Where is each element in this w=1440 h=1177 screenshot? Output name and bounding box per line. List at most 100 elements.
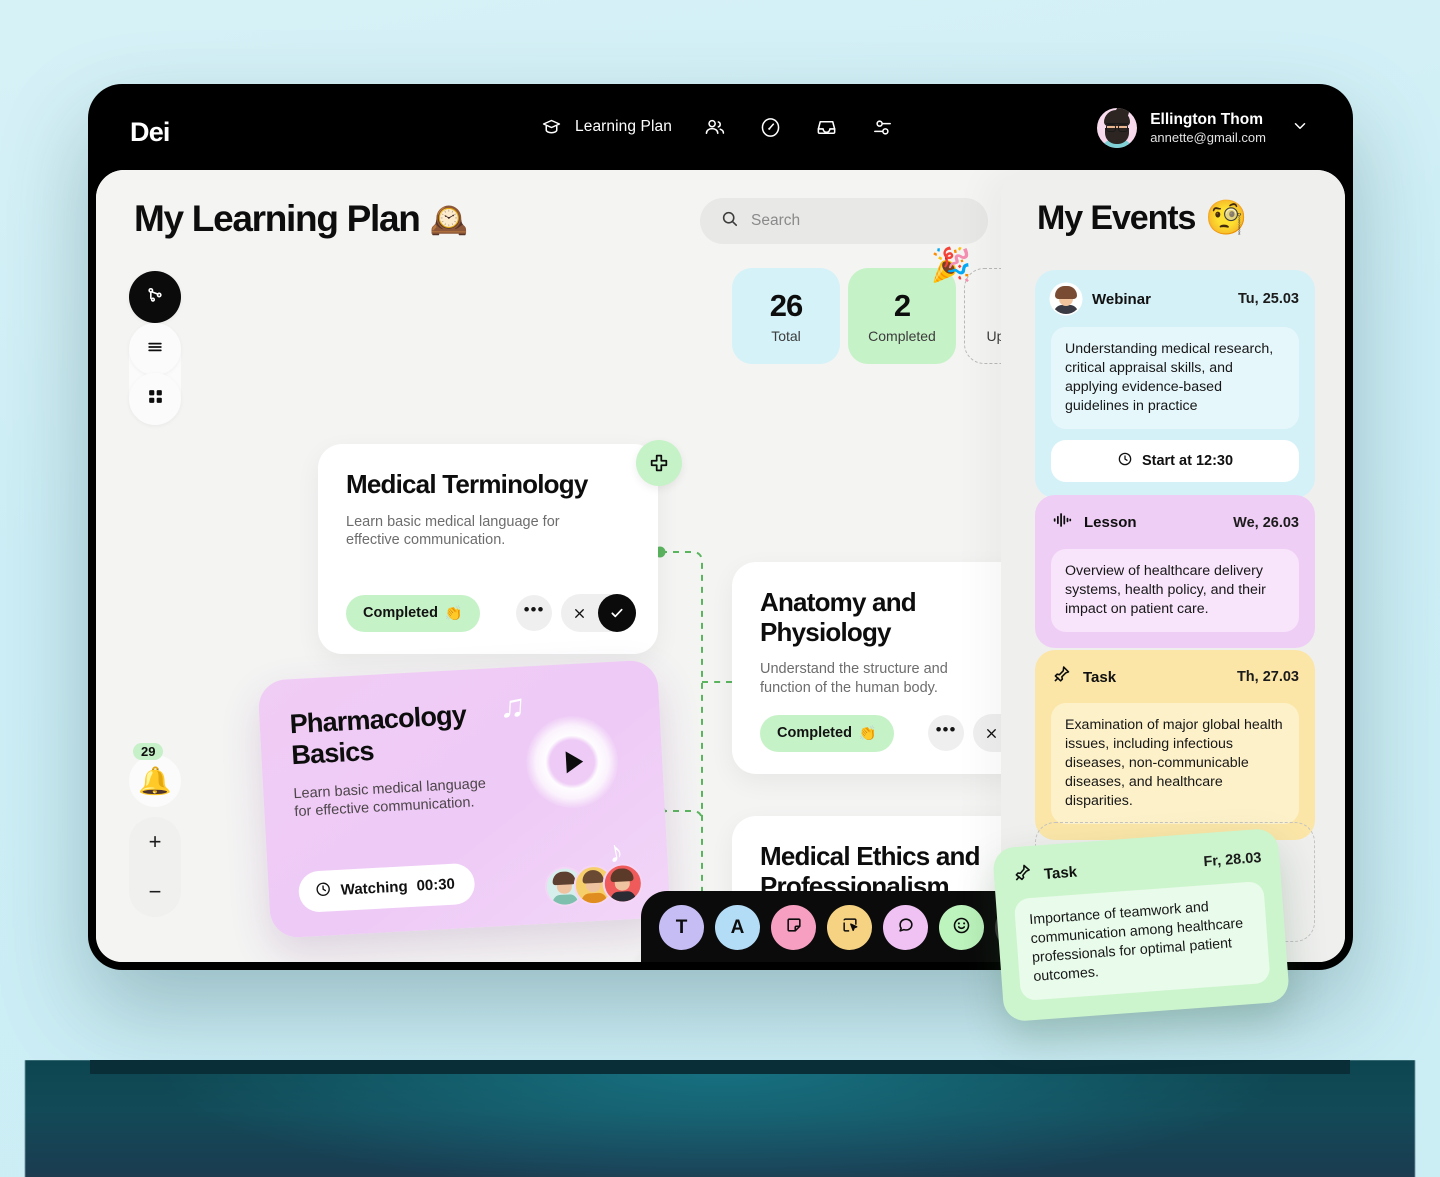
event-card-task[interactable]: Task Th, 27.03 Examination of major glob… — [1035, 650, 1315, 841]
smiley-icon — [951, 915, 972, 941]
card-description: Learn basic medical language for effecti… — [346, 513, 560, 549]
nav-item-inbox[interactable] — [814, 114, 840, 140]
monocle-emoji-icon: 🧐 — [1205, 199, 1247, 237]
avatar — [1097, 108, 1138, 148]
view-mode-rail — [129, 271, 181, 425]
font-icon: A — [730, 916, 745, 938]
laptop-base — [0, 1060, 1440, 1177]
grid-icon — [146, 387, 165, 411]
waveform-icon — [1051, 509, 1073, 536]
clock-icon — [1117, 451, 1133, 471]
watching-status: Watching 00:30 — [297, 862, 476, 914]
more-icon[interactable]: ••• — [928, 715, 964, 751]
chevron-down-icon[interactable] — [1291, 117, 1309, 140]
participant-avatars[interactable] — [543, 862, 644, 908]
card-title: Medical Terminology — [346, 469, 588, 499]
card-description: Learn basic medical language for effecti… — [293, 775, 487, 821]
check-icon[interactable] — [598, 594, 636, 632]
clap-emoji-icon: 👏 — [858, 725, 877, 742]
avatar-icon — [1051, 284, 1081, 314]
status-badge: Completed 👏 — [760, 714, 894, 752]
zoom-in-button[interactable]: + — [129, 817, 181, 867]
stat-completed[interactable]: 🎉 2 Completed — [848, 246, 972, 364]
profile-email: annette@gmail.com — [1150, 129, 1266, 145]
course-card-medical-terminology[interactable]: Medical Terminology Learn basic medical … — [318, 440, 682, 654]
nav-item-people[interactable] — [702, 114, 728, 140]
nav-item-settings[interactable] — [870, 114, 896, 140]
course-card-pharmacology-basics[interactable]: Pharmacology Basics Learn basic medical … — [257, 659, 671, 939]
event-date: We, 26.03 — [1233, 514, 1299, 531]
watching-time: 00:30 — [416, 875, 456, 895]
more-icon[interactable]: ••• — [516, 595, 552, 631]
event-description: Importance of teamwork and communication… — [1013, 880, 1271, 1002]
play-button[interactable] — [523, 713, 621, 811]
stat-total-value: 26 — [769, 288, 803, 323]
stat-total-label: Total — [771, 328, 801, 344]
music-note-icon: ♫ — [498, 686, 526, 726]
nav-item-learning-plan[interactable]: Learning Plan — [538, 114, 672, 140]
search-bar[interactable] — [700, 198, 988, 244]
profile-menu[interactable]: Ellington Thom annette@gmail.com — [1097, 108, 1309, 148]
comment-tool-button[interactable] — [883, 905, 928, 950]
event-date: Th, 27.03 — [1236, 669, 1299, 685]
event-type: Webinar — [1092, 290, 1151, 308]
nav-item-dashboard[interactable] — [758, 114, 784, 140]
event-type: Lesson — [1084, 514, 1137, 531]
party-popper-icon: 🎉 — [930, 246, 972, 283]
event-start-label: Start at 12:30 — [1141, 453, 1234, 470]
rail-btn-grid[interactable] — [129, 373, 181, 425]
rail-btn-flow[interactable] — [129, 271, 181, 323]
pin-icon — [1051, 664, 1072, 690]
notification-count: 29 — [133, 743, 164, 760]
events-title: My Events 🧐 — [1037, 198, 1248, 238]
sliders-icon — [870, 114, 896, 140]
event-start-button[interactable]: Start at 12:30 — [1051, 440, 1299, 483]
event-date: Tu, 25.03 — [1238, 291, 1299, 307]
event-description: Examination of major global health issue… — [1051, 703, 1299, 825]
people-icon — [702, 114, 728, 140]
play-icon — [565, 750, 584, 774]
text-tool-button[interactable]: T — [659, 905, 704, 950]
top-navigation-bar: Dei Learning Plan Ellington Thom annette… — [88, 84, 1353, 180]
brand-logo[interactable]: Dei — [130, 117, 170, 148]
card-title: Anatomy and Physiology — [760, 587, 917, 647]
zoom-out-button[interactable]: − — [129, 867, 181, 917]
plus-medical-icon[interactable] — [636, 440, 682, 486]
event-card-lesson[interactable]: Lesson We, 26.03 Overview of healthcare … — [1035, 495, 1315, 649]
clock-icon — [314, 880, 332, 902]
status-label: Completed — [777, 725, 852, 741]
page-title: My Learning Plan 🕰️ — [134, 198, 469, 240]
pin-icon — [1011, 862, 1034, 889]
close-icon[interactable] — [561, 595, 598, 632]
cursor-select-icon — [840, 915, 860, 940]
stat-completed-label: Completed — [868, 328, 936, 344]
page-title-text: My Learning Plan — [134, 198, 421, 239]
sticky-note-tool-button[interactable] — [771, 905, 816, 950]
watching-label: Watching — [340, 878, 409, 899]
select-tool-button[interactable] — [827, 905, 872, 950]
card-description: Understand the structure and function of… — [760, 661, 948, 697]
card-actions: ••• — [516, 594, 636, 632]
events-title-text: My Events — [1037, 198, 1196, 237]
rail-btn-list[interactable] — [129, 323, 181, 375]
font-tool-button[interactable]: A — [715, 905, 760, 950]
clock-emoji-icon: 🕰️ — [429, 201, 469, 237]
emoji-tool-button[interactable] — [939, 905, 984, 950]
speedometer-icon — [758, 114, 784, 140]
card-title: Pharmacology Basics — [288, 699, 467, 771]
event-type: Task — [1043, 863, 1078, 883]
graduation-cap-icon — [538, 114, 564, 140]
text-icon: T — [675, 916, 688, 938]
search-input[interactable] — [751, 212, 968, 230]
stat-total[interactable]: 26 Total — [732, 268, 840, 364]
notifications-button[interactable]: 29 🔔 — [129, 743, 181, 807]
event-type: Task — [1083, 668, 1117, 686]
bell-icon: 🔔 — [138, 765, 172, 796]
floating-task-card[interactable]: Task Fr, 28.03 Importance of teamwork an… — [992, 827, 1290, 1023]
profile-name: Ellington Thom — [1150, 111, 1263, 129]
nav-items: Learning Plan — [538, 114, 896, 140]
clap-emoji-icon: 👏 — [444, 605, 463, 622]
event-date: Fr, 28.03 — [1202, 850, 1262, 871]
speech-bubble-icon — [896, 915, 916, 940]
event-card-webinar[interactable]: Webinar Tu, 25.03 Understanding medical … — [1035, 270, 1315, 499]
